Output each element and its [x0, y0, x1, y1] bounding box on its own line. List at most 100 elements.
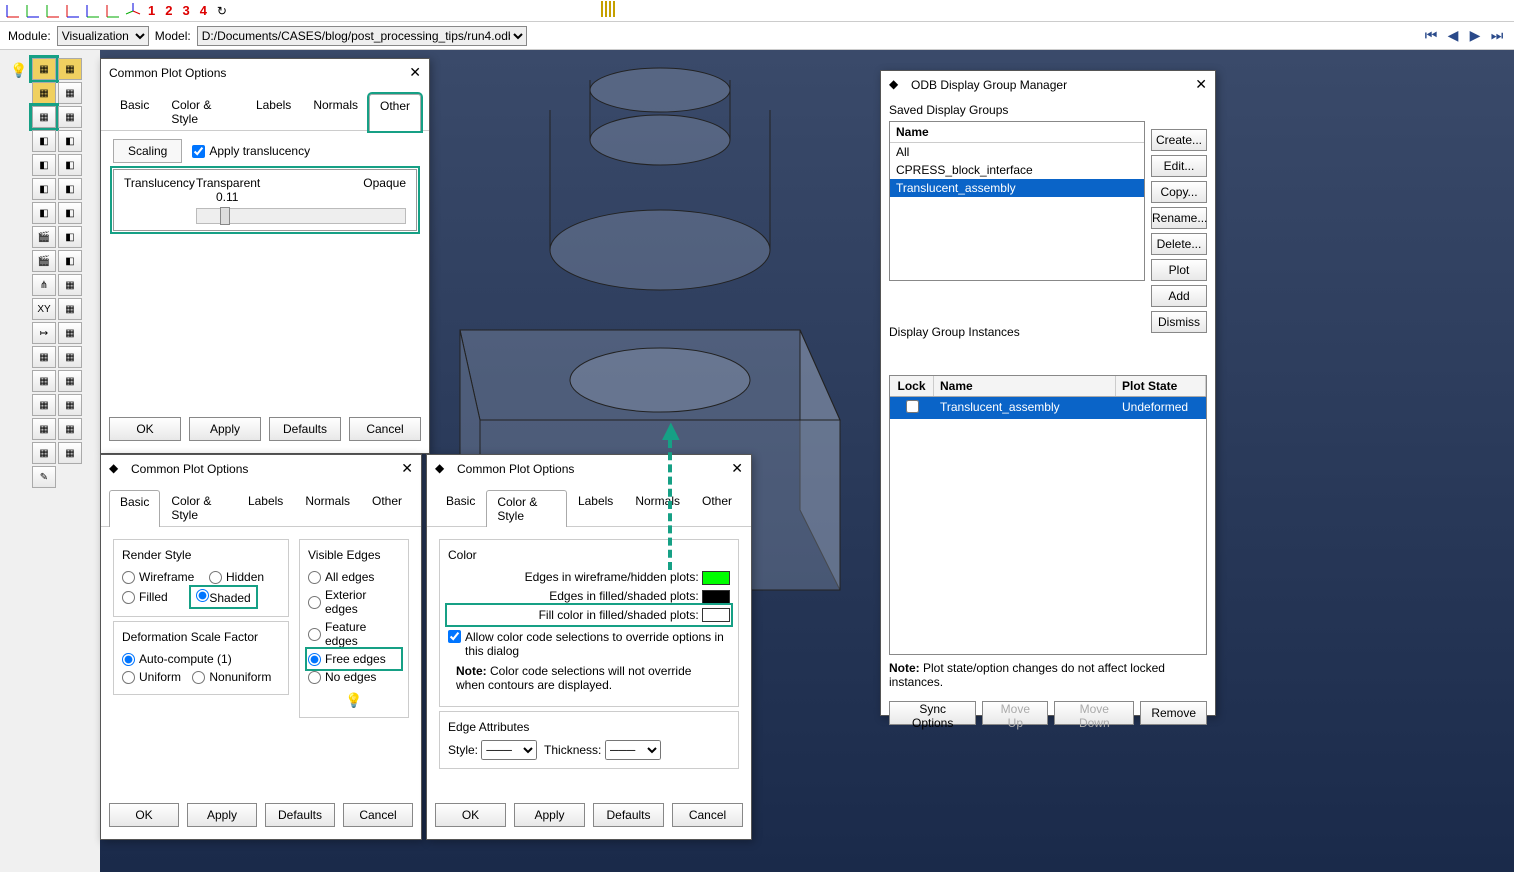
tab-labels[interactable]: Labels: [245, 93, 302, 130]
ok-button[interactable]: OK: [109, 803, 179, 827]
tool-34[interactable]: ▦: [58, 442, 82, 464]
tool-8[interactable]: ◧: [58, 130, 82, 152]
cancel-button[interactable]: Cancel: [672, 803, 743, 827]
defaults-button[interactable]: Defaults: [593, 803, 664, 827]
axis-zy-icon[interactable]: [84, 2, 102, 20]
move-down-button[interactable]: Move Down: [1054, 701, 1134, 725]
cancel-button[interactable]: Cancel: [349, 417, 421, 441]
wireframe-radio[interactable]: [122, 571, 135, 584]
tab-labels[interactable]: Labels: [567, 489, 624, 526]
play-icon[interactable]: ▶: [1466, 27, 1484, 45]
close-icon[interactable]: ✕: [409, 64, 421, 81]
exterior-edges-radio[interactable]: [308, 596, 321, 609]
view-1[interactable]: 1: [144, 3, 159, 18]
lock-checkbox[interactable]: [906, 400, 919, 413]
tool-24[interactable]: ▦: [58, 322, 82, 344]
edge-color-swatch[interactable]: [702, 590, 730, 604]
tab-normals[interactable]: Normals: [294, 489, 361, 526]
thickness-select[interactable]: ───: [605, 740, 661, 760]
tool-25[interactable]: ▦: [32, 346, 56, 368]
close-icon[interactable]: ✕: [731, 460, 743, 477]
apply-translucency-checkbox[interactable]: [192, 145, 205, 158]
tool-16[interactable]: ◧: [58, 226, 82, 248]
tool-6[interactable]: ▦: [58, 106, 82, 128]
tool-7[interactable]: ◧: [32, 130, 56, 152]
prev-frame-icon[interactable]: ◀: [1444, 27, 1462, 45]
tab-basic[interactable]: Basic: [109, 490, 160, 527]
close-icon[interactable]: ✕: [1195, 76, 1207, 93]
plot-options-button[interactable]: ▦: [32, 58, 56, 80]
tab-normals[interactable]: Normals: [302, 93, 369, 130]
dismiss-button[interactable]: Dismiss: [1151, 311, 1207, 333]
tool-12[interactable]: ◧: [58, 178, 82, 200]
tool-33[interactable]: ▦: [32, 442, 56, 464]
tool-17[interactable]: 🎬: [32, 250, 56, 272]
tab-basic[interactable]: Basic: [435, 489, 486, 526]
tool-32[interactable]: ▦: [58, 418, 82, 440]
edit-button[interactable]: Edit...: [1151, 155, 1207, 177]
instances-table[interactable]: Lock Name Plot State Translucent_assembl…: [889, 375, 1207, 655]
uniform-radio[interactable]: [122, 671, 135, 684]
no-edges-radio[interactable]: [308, 671, 321, 684]
tab-other[interactable]: Other: [361, 489, 413, 526]
filled-radio[interactable]: [122, 591, 135, 604]
tool-9[interactable]: ◧: [32, 154, 56, 176]
apply-button[interactable]: Apply: [187, 803, 257, 827]
axis-xy-icon[interactable]: [4, 2, 22, 20]
slider-thumb[interactable]: [220, 207, 230, 225]
tool-19[interactable]: ⋔: [32, 274, 56, 296]
tool-31[interactable]: ▦: [32, 418, 56, 440]
move-up-button[interactable]: Move Up: [982, 701, 1048, 725]
add-button[interactable]: Add: [1151, 285, 1207, 307]
tab-color-style[interactable]: Color & Style: [486, 490, 567, 527]
rename-button[interactable]: Rename...: [1151, 207, 1207, 229]
sync-button[interactable]: Sync Options: [889, 701, 976, 725]
tab-other[interactable]: Other: [691, 489, 743, 526]
lightbulb-icon[interactable]: 💡: [10, 62, 27, 79]
tool-5[interactable]: ▦: [32, 106, 56, 128]
hidden-radio[interactable]: [209, 571, 222, 584]
view-3[interactable]: 3: [178, 3, 193, 18]
tool-29[interactable]: ▦: [32, 394, 56, 416]
instance-row[interactable]: Translucent_assembly Undeformed: [890, 397, 1206, 419]
axis-yx-icon[interactable]: [64, 2, 82, 20]
tab-basic[interactable]: Basic: [109, 93, 160, 130]
module-select[interactable]: Visualization: [57, 26, 149, 46]
tool-18[interactable]: ◧: [58, 250, 82, 272]
cube-1-icon[interactable]: [601, 1, 603, 17]
translucency-slider[interactable]: [196, 208, 406, 224]
style-select[interactable]: ───: [481, 740, 537, 760]
group-row[interactable]: All: [890, 143, 1144, 161]
delete-button[interactable]: Delete...: [1151, 233, 1207, 255]
tool-11[interactable]: ◧: [32, 178, 56, 200]
shaded-radio[interactable]: [196, 589, 209, 602]
tool-4[interactable]: ▦: [58, 82, 82, 104]
tool-2[interactable]: ▦: [58, 58, 82, 80]
tool-20[interactable]: ▦: [58, 274, 82, 296]
copy-button[interactable]: Copy...: [1151, 181, 1207, 203]
tool-28[interactable]: ▦: [58, 370, 82, 392]
tool-22[interactable]: ▦: [58, 298, 82, 320]
allow-override-checkbox[interactable]: [448, 630, 461, 643]
apply-button[interactable]: Apply: [514, 803, 585, 827]
fill-color-swatch[interactable]: [702, 608, 730, 622]
axis-cycle-icon[interactable]: ↻: [213, 2, 231, 20]
view-2[interactable]: 2: [161, 3, 176, 18]
cube-3-icon[interactable]: [609, 1, 611, 17]
tool-23[interactable]: ↦: [32, 322, 56, 344]
model-select[interactable]: D:/Documents/CASES/blog/post_processing_…: [197, 26, 527, 46]
defaults-button[interactable]: Defaults: [269, 417, 341, 441]
tool-pen[interactable]: ✎: [32, 466, 56, 488]
tool-26[interactable]: ▦: [58, 346, 82, 368]
cube-4-icon[interactable]: [613, 1, 615, 17]
axis-iso-icon[interactable]: [124, 2, 142, 20]
group-row[interactable]: Translucent_assembly: [890, 179, 1144, 197]
axis-yz-icon[interactable]: [24, 2, 42, 20]
tool-30[interactable]: ▦: [58, 394, 82, 416]
tip-icon[interactable]: 💡: [308, 692, 400, 709]
axis-zx-icon[interactable]: [104, 2, 122, 20]
axis-xz-icon[interactable]: [44, 2, 62, 20]
tool-21[interactable]: XY: [32, 298, 56, 320]
first-frame-icon[interactable]: ⏮: [1422, 27, 1440, 45]
tab-labels[interactable]: Labels: [237, 489, 294, 526]
